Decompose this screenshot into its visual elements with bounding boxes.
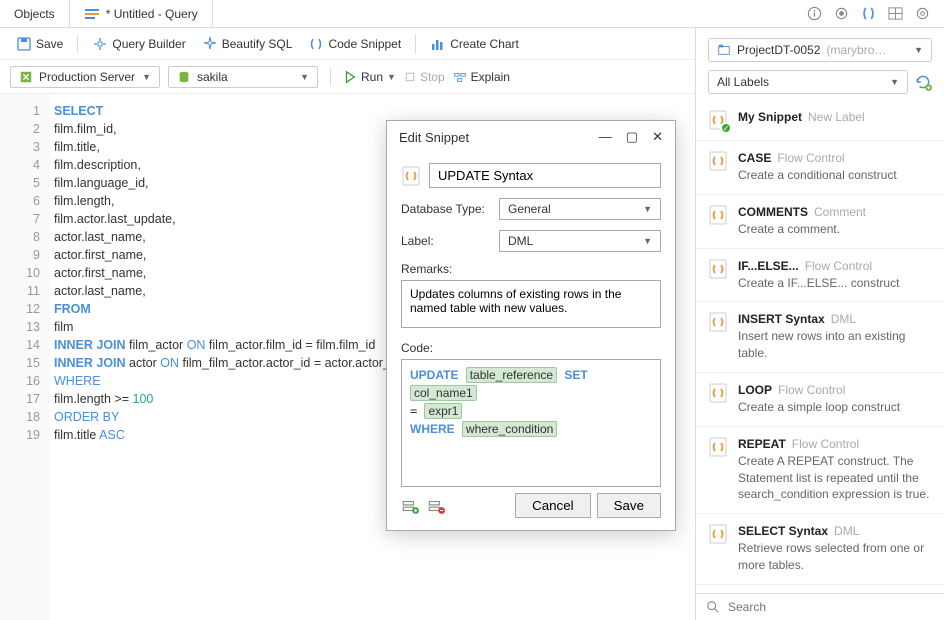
remove-placeholder-icon[interactable] xyxy=(427,497,445,515)
wand-icon xyxy=(92,36,108,52)
stop-button[interactable]: Stop xyxy=(404,70,445,84)
code-label: Code: xyxy=(401,341,661,355)
snippet-description: Retrieve rows selected from one or more … xyxy=(738,540,932,574)
tab-query[interactable]: * Untitled - Query xyxy=(70,0,213,27)
snippet-category: Comment xyxy=(814,205,866,219)
snippet-description: Create a IF...ELSE... construct xyxy=(738,275,932,292)
snippet-item[interactable]: IF...ELSE... Flow Control Create a IF...E… xyxy=(696,249,944,303)
label-label: Label: xyxy=(401,234,491,248)
sparkle-icon xyxy=(202,36,218,52)
parentheses-icon[interactable] xyxy=(861,6,876,21)
grid-icon[interactable] xyxy=(888,6,903,21)
snippet-category: Flow Control xyxy=(805,259,872,273)
snippet-description: Create a comment. xyxy=(738,221,932,238)
snippet-description: Create a conditional construct xyxy=(738,167,932,184)
snippet-category: Flow Control xyxy=(777,151,844,165)
query-tab-icon xyxy=(84,6,100,22)
edit-snippet-dialog: Edit Snippet — ▢ ✕ Database Type: Genera… xyxy=(386,120,676,531)
create-chart-button[interactable]: Create Chart xyxy=(424,34,525,54)
snippet-item[interactable]: LOOP Flow Control Create a simple loop co… xyxy=(696,373,944,427)
code-editor[interactable]: UPDATE table_reference SET col_name1= ex… xyxy=(401,359,661,487)
snippet-description: Create a simple loop construct xyxy=(738,399,932,416)
code-snippet-button[interactable]: Code Snippet xyxy=(302,34,407,54)
db-type-label: Database Type: xyxy=(401,202,491,216)
maximize-icon[interactable]: ▢ xyxy=(626,129,638,145)
chart-icon xyxy=(430,36,446,52)
snippet-category: Flow Control xyxy=(778,383,845,397)
snippet-name-input[interactable] xyxy=(429,163,661,188)
search-box[interactable] xyxy=(696,593,944,620)
snippet-item[interactable]: COMMENTS Comment Create a comment. xyxy=(696,195,944,249)
label-select[interactable]: DML▼ xyxy=(499,230,661,252)
dialog-title: Edit Snippet xyxy=(399,130,469,145)
snippet-dialog-icon xyxy=(401,166,421,186)
save-button[interactable]: Save xyxy=(10,34,69,54)
line-gutter: 12345678910111213141516171819 xyxy=(0,94,50,620)
run-button[interactable]: Run ▼ xyxy=(343,70,396,84)
snippet-category: Flow Control xyxy=(792,437,859,451)
server-dropdown[interactable]: Production Server ▼ xyxy=(10,66,160,88)
beautify-sql-button[interactable]: Beautify SQL xyxy=(196,34,299,54)
snippet-list-icon xyxy=(708,312,728,332)
snippet-title: INSERT Syntax xyxy=(738,312,825,326)
snippet-category: DML xyxy=(834,524,859,538)
server-icon xyxy=(19,70,33,84)
snippet-category: DML xyxy=(831,312,856,326)
labels-dropdown[interactable]: All Labels▼ xyxy=(708,70,908,94)
cancel-button[interactable]: Cancel xyxy=(515,493,591,518)
save-icon xyxy=(16,36,32,52)
info-icon[interactable] xyxy=(807,6,822,21)
eye-icon[interactable] xyxy=(834,6,849,21)
snippet-list-icon xyxy=(708,437,728,457)
snippet-list-icon xyxy=(708,151,728,171)
snippet-title: CASE xyxy=(738,151,771,165)
close-icon[interactable]: ✕ xyxy=(652,129,663,145)
snippet-item[interactable]: INSERT Syntax DML Insert new rows into an… xyxy=(696,302,944,373)
remarks-textarea[interactable]: Updates columns of existing rows in the … xyxy=(401,280,661,328)
snippet-list-icon: ✓ xyxy=(708,110,728,130)
snippet-description: Create A REPEAT construct. The Statement… xyxy=(738,453,932,503)
gear-icon[interactable] xyxy=(915,6,930,21)
remarks-label: Remarks: xyxy=(401,262,661,276)
snippet-item[interactable]: ✓ My Snippet New Label xyxy=(696,100,944,141)
database-icon xyxy=(177,70,191,84)
add-placeholder-icon[interactable] xyxy=(401,497,419,515)
tab-objects[interactable]: Objects xyxy=(0,0,70,27)
explain-button[interactable]: Explain xyxy=(453,70,510,84)
snippet-title: SELECT Syntax xyxy=(738,524,828,538)
snippet-title: IF...ELSE... xyxy=(738,259,799,273)
search-icon xyxy=(706,600,720,614)
snippet-title: COMMENTS xyxy=(738,205,808,219)
query-builder-button[interactable]: Query Builder xyxy=(86,34,191,54)
snippet-description: Insert new rows into an existing table. xyxy=(738,328,932,362)
snippet-list-icon xyxy=(708,259,728,279)
snippet-category: New Label xyxy=(808,110,865,124)
save-dialog-button[interactable]: Save xyxy=(597,493,661,518)
play-icon xyxy=(343,70,357,84)
snippet-title: My Snippet xyxy=(738,110,802,124)
snippet-title: REPEAT xyxy=(738,437,786,451)
explain-icon xyxy=(453,70,467,84)
snippet-list-icon xyxy=(708,205,728,225)
project-dropdown[interactable]: ProjectDT-0052 (marybro… ▼ xyxy=(708,38,932,62)
snippet-list-icon xyxy=(708,383,728,403)
stop-icon xyxy=(404,71,416,83)
snippet-list-icon xyxy=(708,524,728,544)
snippet-item[interactable]: CASE Flow Control Create a conditional co… xyxy=(696,141,944,195)
snippet-title: LOOP xyxy=(738,383,772,397)
snippet-icon xyxy=(308,36,324,52)
minimize-icon[interactable]: — xyxy=(599,129,612,145)
project-icon xyxy=(717,43,731,57)
snippet-item[interactable]: REPEAT Flow Control Create A REPEAT const… xyxy=(696,427,944,514)
snippet-item[interactable]: SELECT Syntax DML Retrieve rows selected … xyxy=(696,514,944,585)
database-dropdown[interactable]: sakila ▼ xyxy=(168,66,318,88)
search-input[interactable] xyxy=(728,600,934,614)
db-type-select[interactable]: General▼ xyxy=(499,198,661,220)
refresh-icon[interactable] xyxy=(914,73,932,91)
